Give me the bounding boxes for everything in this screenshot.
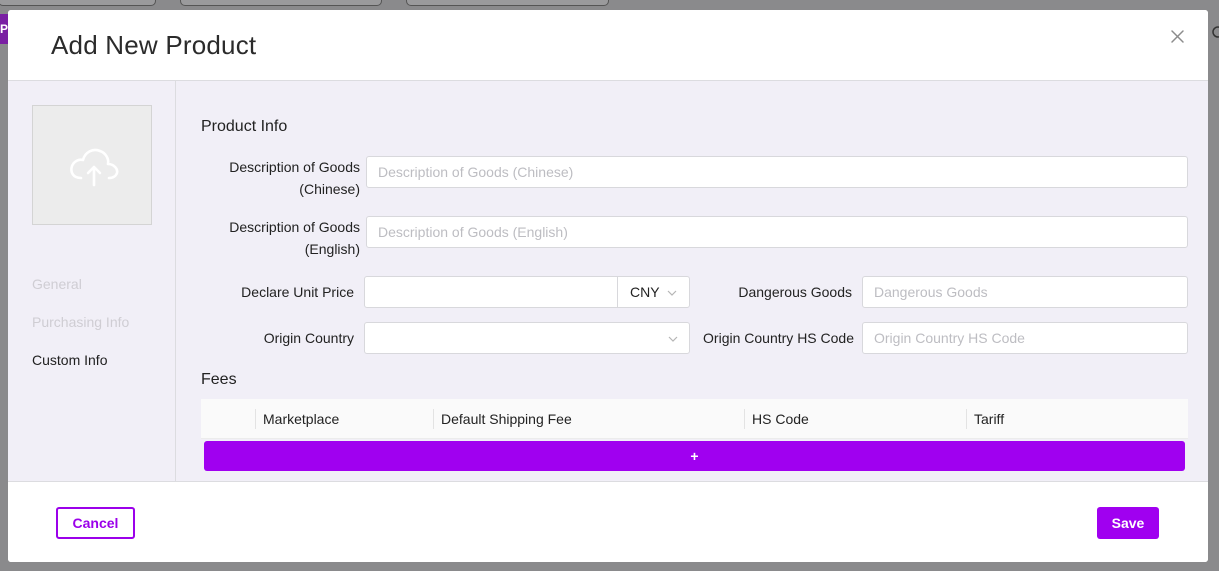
column-header-hs-code: HS Code xyxy=(752,411,809,427)
close-icon[interactable] xyxy=(1168,27,1188,47)
origin-hs-code-label: Origin Country HS Code xyxy=(703,330,854,346)
declare-price-input[interactable] xyxy=(364,276,619,308)
fees-table: Marketplace Default Shipping Fee HS Code… xyxy=(201,399,1188,481)
fees-table-header: Marketplace Default Shipping Fee HS Code… xyxy=(201,399,1188,439)
currency-value: CNY xyxy=(630,284,660,300)
modal-header: Add New Product xyxy=(8,10,1208,81)
add-product-modal: Add New Product General Purchasing Info … xyxy=(8,10,1208,562)
cloud-upload-icon xyxy=(70,148,119,187)
desc-chinese-input[interactable] xyxy=(366,156,1188,188)
cancel-button[interactable]: Cancel xyxy=(56,507,135,539)
origin-hs-code-input[interactable] xyxy=(862,322,1188,354)
modal-footer: Cancel Save xyxy=(8,481,1208,562)
fees-heading: Fees xyxy=(201,371,237,388)
desc-english-label: Description of Goods (English) xyxy=(229,219,360,257)
background-tab xyxy=(406,0,609,6)
nav-item-general[interactable]: General xyxy=(32,276,82,292)
chevron-down-icon xyxy=(668,336,678,342)
origin-country-label: Origin Country xyxy=(263,330,354,346)
modal-body: General Purchasing Info Custom Info Prod… xyxy=(8,81,1208,481)
dangerous-goods-input[interactable] xyxy=(862,276,1188,308)
column-header-tariff: Tariff xyxy=(974,411,1005,427)
origin-country-select[interactable] xyxy=(364,322,690,354)
background-user-icon xyxy=(1208,24,1219,46)
desc-english-input[interactable] xyxy=(366,216,1188,248)
modal-title: Add New Product xyxy=(51,30,257,60)
column-header-blank xyxy=(201,399,255,439)
product-info-heading: Product Info xyxy=(201,118,288,135)
background-tab xyxy=(180,0,382,6)
nav-item-purchasing-info[interactable]: Purchasing Info xyxy=(32,314,129,330)
desc-chinese-label: Description of Goods (Chinese) xyxy=(229,159,360,197)
background-tab xyxy=(0,0,156,6)
currency-select[interactable]: CNY xyxy=(617,276,690,308)
column-header-marketplace: Marketplace xyxy=(263,411,340,427)
nav-item-custom-info[interactable]: Custom Info xyxy=(32,352,107,368)
section-nav: General Purchasing Info Custom Info xyxy=(8,81,176,481)
declare-price-label: Declare Unit Price xyxy=(241,284,354,300)
save-button[interactable]: Save xyxy=(1097,507,1159,539)
image-upload-area[interactable] xyxy=(32,105,152,225)
add-fee-row-button[interactable]: + xyxy=(204,441,1185,471)
column-header-default-shipping-fee: Default Shipping Fee xyxy=(441,411,572,427)
chevron-down-icon xyxy=(667,290,677,296)
dangerous-goods-label: Dangerous Goods xyxy=(738,284,852,300)
